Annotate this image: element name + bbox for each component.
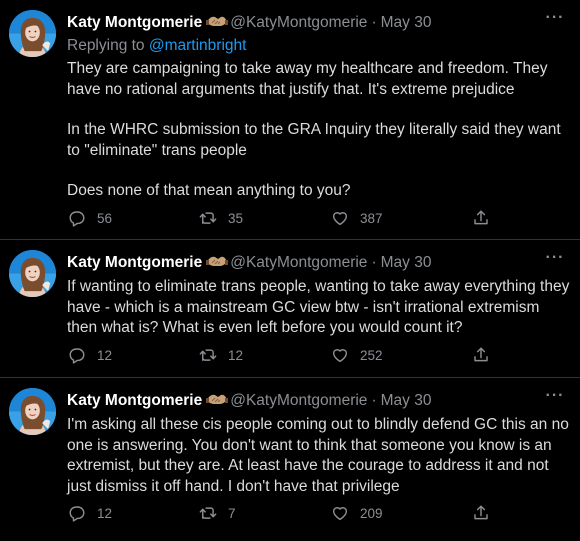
author-handle[interactable]: @KatyMontgomerie bbox=[230, 14, 367, 31]
separator: · bbox=[371, 392, 377, 409]
reply-count: 56 bbox=[97, 210, 113, 226]
share-icon bbox=[472, 346, 490, 364]
heart-icon bbox=[331, 504, 349, 522]
avatar[interactable] bbox=[9, 10, 56, 57]
reply-count: 12 bbox=[97, 347, 113, 363]
heart-icon bbox=[331, 346, 349, 364]
tweet-text: They are campaigning to take away my hea… bbox=[67, 59, 572, 202]
tweet-paragraph: I'm asking all these cis people coming o… bbox=[67, 416, 569, 495]
separator: · bbox=[371, 14, 377, 31]
retweet-count: 12 bbox=[228, 347, 244, 363]
retweet-button[interactable]: 7 bbox=[199, 502, 236, 524]
share-icon bbox=[472, 209, 490, 227]
more-options-icon[interactable]: ··· bbox=[544, 388, 566, 409]
tweet-header: Katy Montgomerie @KatyMontgomerie · May 30 bbox=[67, 253, 431, 273]
like-count: 209 bbox=[360, 505, 383, 521]
retweet-count: 7 bbox=[228, 505, 236, 521]
avatar-image bbox=[9, 10, 56, 57]
tweet-text: I'm asking all these cis people coming o… bbox=[67, 415, 572, 497]
replying-to: Replying to @martinbright bbox=[67, 36, 246, 56]
tweet-header: Katy Montgomerie @KatyMontgomerie · May 30 bbox=[67, 391, 431, 411]
like-button[interactable]: 209 bbox=[331, 502, 383, 524]
tweet-paragraph: In the WHRC submission to the GRA Inquir… bbox=[67, 121, 561, 159]
tweet-header: Katy Montgomerie @KatyMontgomerie · May 30 bbox=[67, 13, 431, 33]
retweet-icon bbox=[199, 504, 217, 522]
retweet-button[interactable]: 12 bbox=[199, 344, 243, 366]
handshake-emoji-icon bbox=[206, 14, 228, 28]
tweet-actions: 12 12 252 bbox=[68, 344, 498, 366]
avatar-image bbox=[9, 388, 56, 435]
tweet-date[interactable]: May 30 bbox=[381, 14, 432, 31]
reply-button[interactable]: 12 bbox=[68, 344, 112, 366]
more-options-icon[interactable]: ··· bbox=[544, 250, 566, 271]
like-count: 387 bbox=[360, 210, 383, 226]
replying-to-label: Replying to bbox=[67, 37, 149, 54]
retweet-button[interactable]: 35 bbox=[199, 207, 243, 229]
author-name[interactable]: Katy Montgomerie bbox=[67, 392, 202, 409]
tweet-paragraph: They are campaigning to take away my hea… bbox=[67, 60, 548, 98]
tweet-paragraph: Does none of that mean anything to you? bbox=[67, 182, 351, 199]
divider bbox=[0, 239, 580, 240]
replying-to-mention[interactable]: @martinbright bbox=[149, 37, 247, 54]
tweet-date[interactable]: May 30 bbox=[381, 392, 432, 409]
divider bbox=[0, 377, 580, 378]
retweet-icon bbox=[199, 346, 217, 364]
handshake-emoji-icon bbox=[206, 254, 228, 268]
author-name[interactable]: Katy Montgomerie bbox=[67, 254, 202, 271]
author-name[interactable]: Katy Montgomerie bbox=[67, 14, 202, 31]
share-button[interactable] bbox=[472, 344, 490, 366]
author-handle[interactable]: @KatyMontgomerie bbox=[230, 254, 367, 271]
reply-icon bbox=[68, 346, 86, 364]
share-button[interactable] bbox=[472, 502, 490, 524]
reply-button[interactable]: 56 bbox=[68, 207, 112, 229]
tweet-text: If wanting to eliminate trans people, wa… bbox=[67, 277, 572, 339]
reply-icon bbox=[68, 209, 86, 227]
tweet-paragraph: If wanting to eliminate trans people, wa… bbox=[67, 278, 570, 336]
author-handle[interactable]: @KatyMontgomerie bbox=[230, 392, 367, 409]
more-options-icon[interactable]: ··· bbox=[544, 10, 566, 31]
share-button[interactable] bbox=[472, 207, 490, 229]
like-count: 252 bbox=[360, 347, 383, 363]
avatar-image bbox=[9, 250, 56, 297]
like-button[interactable]: 252 bbox=[331, 344, 383, 366]
reply-button[interactable]: 12 bbox=[68, 502, 112, 524]
avatar[interactable] bbox=[9, 250, 56, 297]
share-icon bbox=[472, 504, 490, 522]
reply-icon bbox=[68, 504, 86, 522]
retweet-icon bbox=[199, 209, 217, 227]
tweet-actions: 12 7 209 bbox=[68, 502, 498, 524]
separator: · bbox=[371, 254, 377, 271]
like-button[interactable]: 387 bbox=[331, 207, 383, 229]
tweet-date[interactable]: May 30 bbox=[381, 254, 432, 271]
handshake-emoji-icon bbox=[206, 392, 228, 406]
heart-icon bbox=[331, 209, 349, 227]
reply-count: 12 bbox=[97, 505, 113, 521]
avatar[interactable] bbox=[9, 388, 56, 435]
tweet-actions: 56 35 387 bbox=[68, 207, 498, 229]
retweet-count: 35 bbox=[228, 210, 244, 226]
